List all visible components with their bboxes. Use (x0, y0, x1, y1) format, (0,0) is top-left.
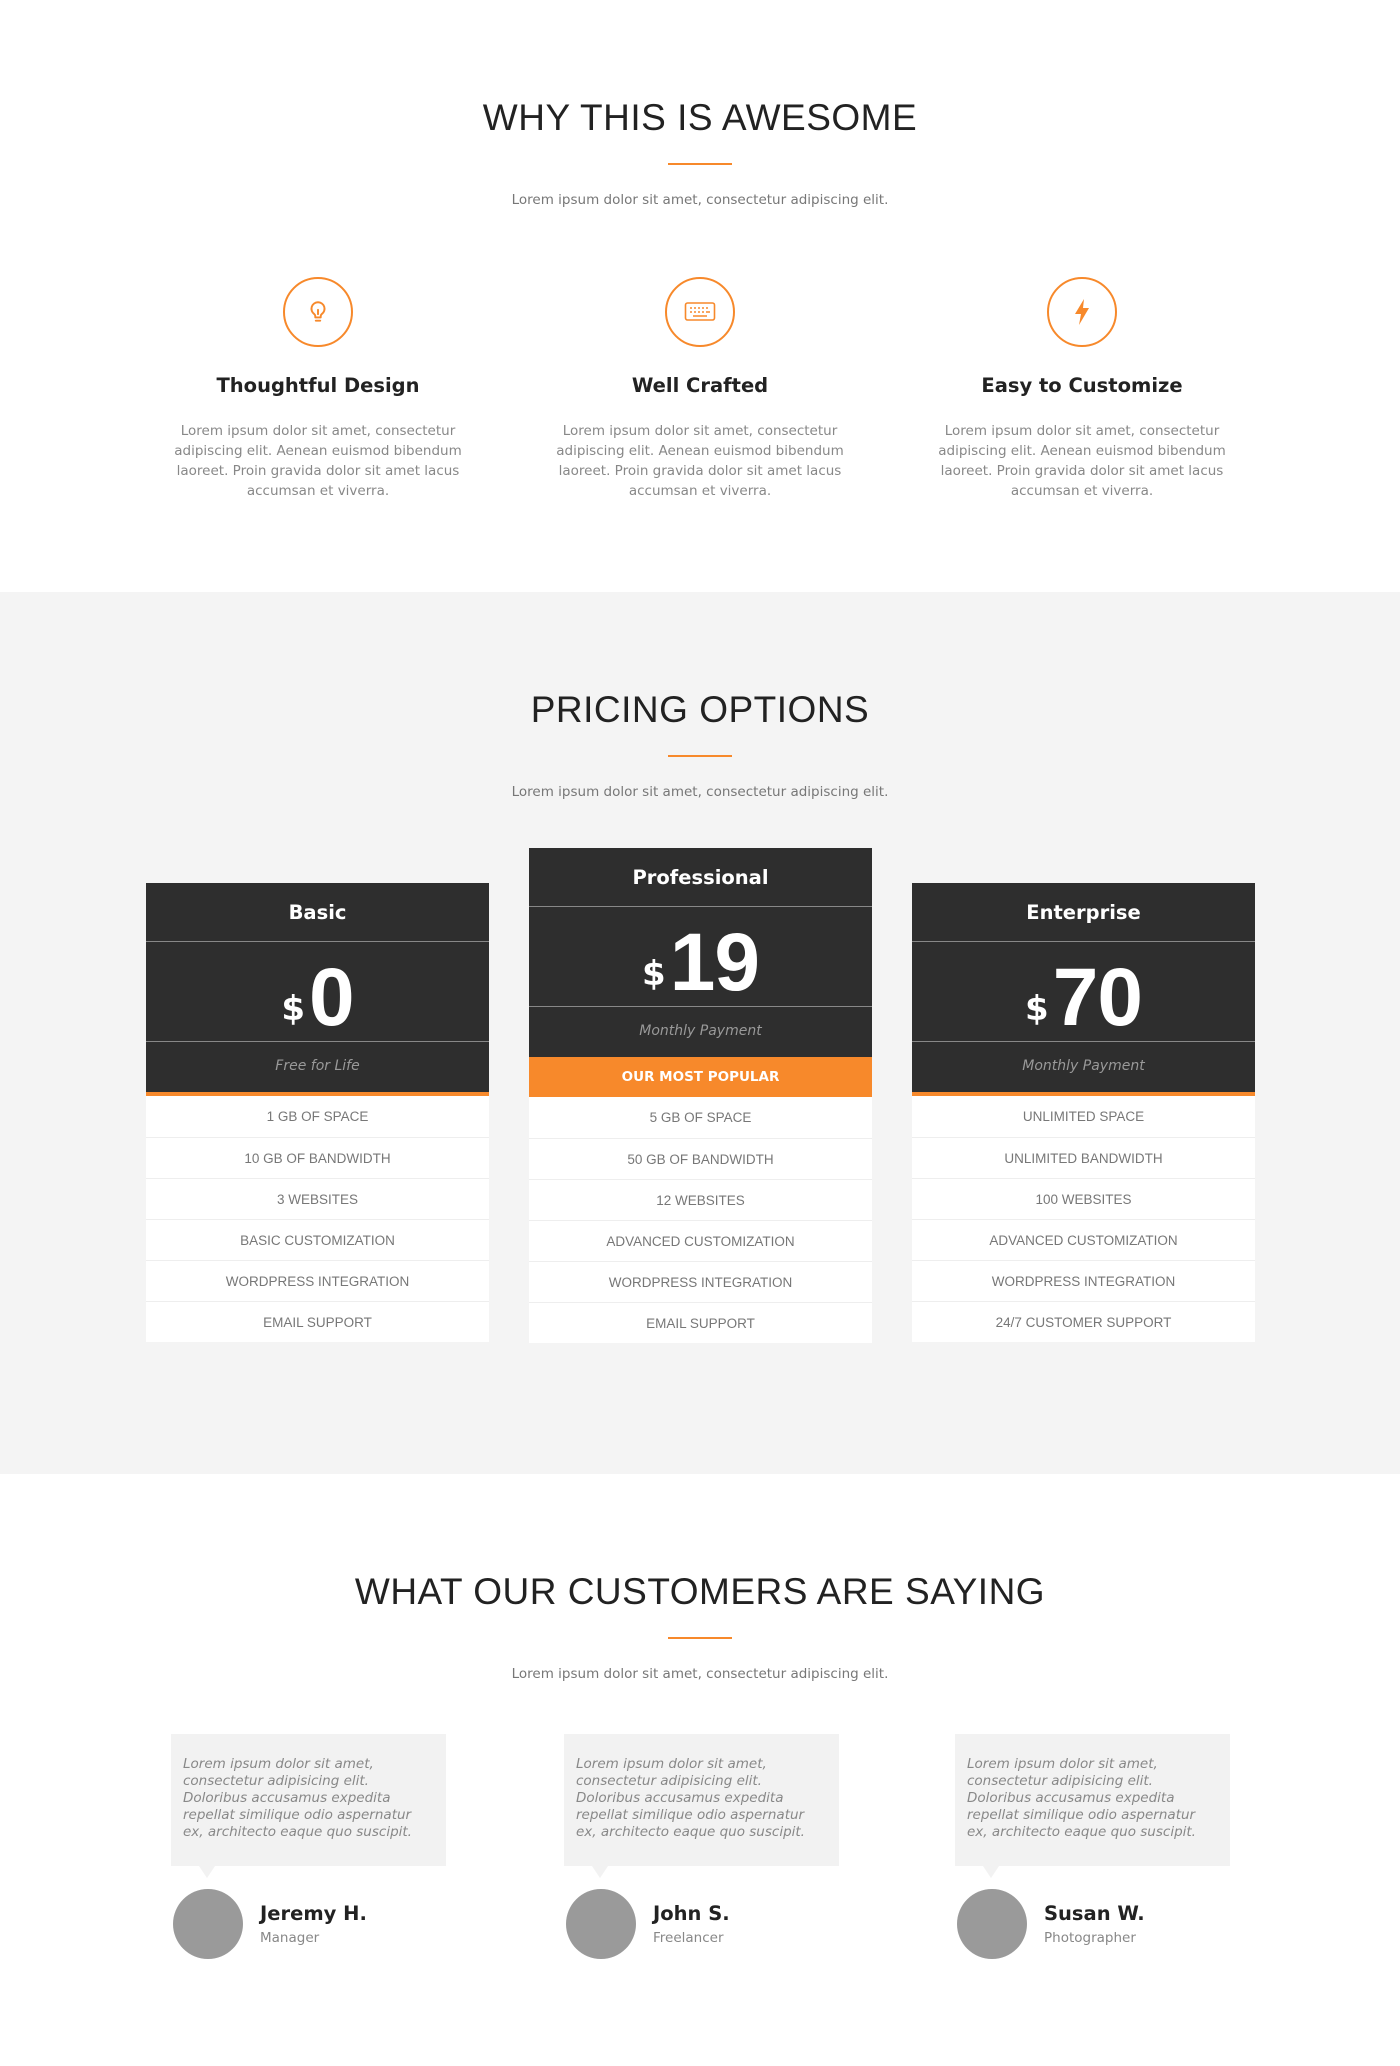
pricing-table: Basic $ 0 Free for Life 1 GB OF SPACE 10… (0, 800, 1400, 1343)
testimonials-list: Lorem ipsum dolor sit amet, consectetur … (0, 1734, 1400, 1994)
feature-title: Well Crafted (631, 374, 769, 397)
plan-header: Basic $ 0 Free for Life (146, 883, 489, 1092)
testimonial-author: John S. Freelancer (566, 1889, 839, 1959)
testimonial-card: Lorem ipsum dolor sit amet, consectetur … (955, 1734, 1230, 1959)
author-info: Jeremy H. Manager (260, 1902, 367, 1946)
most-popular-badge: OUR MOST POPULAR (529, 1057, 872, 1097)
feature-item: Well Crafted Lorem ipsum dolor sit amet,… (509, 277, 891, 501)
plan-price: $ 0 (146, 942, 489, 1042)
plan-feature: 1 GB OF SPACE (266, 1109, 369, 1124)
plan-feature: 12 WEBSITES (529, 1179, 872, 1220)
plan-period: Monthly Payment (1022, 1058, 1145, 1074)
plan-period: Free for Life (275, 1058, 360, 1074)
quote-bubble: Lorem ipsum dolor sit amet, consectetur … (955, 1734, 1230, 1878)
testimonial-author: Jeremy H. Manager (173, 1889, 446, 1959)
price-amount: 70 (1052, 952, 1143, 1043)
plan-card-basic: Basic $ 0 Free for Life 1 GB OF SPACE 10… (146, 883, 489, 1342)
lightning-icon (1047, 277, 1117, 347)
author-name: Jeremy H. (260, 1902, 367, 1925)
plan-feature: 10 GB OF BANDWIDTH (146, 1137, 489, 1178)
feature-text: Lorem ipsum dolor sit amet, consectetur … (938, 423, 1226, 499)
avatar (566, 1889, 636, 1959)
currency-symbol: $ (642, 954, 666, 994)
plan-feature: WORDPRESS INTEGRATION (529, 1261, 872, 1302)
plan-feature: ADVANCED CUSTOMIZATION (912, 1219, 1255, 1260)
author-info: Susan W. Photographer (1044, 1902, 1145, 1946)
feature-text: Lorem ipsum dolor sit amet, consectetur … (174, 423, 462, 499)
plan-feature-list: 5 GB OF SPACE 50 GB OF BANDWIDTH 12 WEBS… (529, 1097, 872, 1343)
avatar (173, 1889, 243, 1959)
plan-feature: EMAIL SUPPORT (529, 1302, 872, 1343)
author-name: John S. (653, 1902, 730, 1925)
plan-header: Professional $ 19 Monthly Payment (529, 848, 872, 1057)
plan-feature-list: 1 GB OF SPACE 10 GB OF BANDWIDTH 3 WEBSI… (146, 1096, 489, 1342)
plan-feature: WORDPRESS INTEGRATION (912, 1260, 1255, 1301)
testimonials-section: WHAT OUR CUSTOMERS ARE SAYING Lorem ipsu… (0, 1474, 1400, 2066)
price-amount: 0 (309, 952, 355, 1043)
plan-card-enterprise: Enterprise $ 70 Monthly Payment UNLIMITE… (912, 883, 1255, 1342)
pricing-subtitle: Lorem ipsum dolor sit amet, consectetur … (511, 784, 889, 800)
currency-symbol: $ (1025, 989, 1049, 1029)
lightbulb-icon (283, 277, 353, 347)
keyboard-icon (665, 277, 735, 347)
plan-price: $ 19 (529, 907, 872, 1007)
author-role: Photographer (1044, 1930, 1136, 1946)
title-divider (668, 1637, 732, 1639)
testimonial-card: Lorem ipsum dolor sit amet, consectetur … (564, 1734, 839, 1959)
pricing-section: PRICING OPTIONS Lorem ipsum dolor sit am… (0, 592, 1400, 1474)
plan-feature: 50 GB OF BANDWIDTH (529, 1138, 872, 1179)
features-section: WHY THIS IS AWESOME Lorem ipsum dolor si… (0, 0, 1400, 592)
plan-feature: WORDPRESS INTEGRATION (146, 1260, 489, 1301)
plan-name: Professional (529, 848, 872, 907)
author-info: John S. Freelancer (653, 1902, 730, 1946)
quote-bubble: Lorem ipsum dolor sit amet, consectetur … (564, 1734, 839, 1878)
testimonials-title: WHAT OUR CUSTOMERS ARE SAYING (354, 1571, 1046, 1612)
plan-name: Enterprise (912, 883, 1255, 942)
feature-text: Lorem ipsum dolor sit amet, consectetur … (556, 423, 844, 499)
plan-feature: 100 WEBSITES (912, 1178, 1255, 1219)
plan-feature: EMAIL SUPPORT (146, 1301, 489, 1342)
testimonial-card: Lorem ipsum dolor sit amet, consectetur … (171, 1734, 446, 1959)
quote-bubble: Lorem ipsum dolor sit amet, consectetur … (171, 1734, 446, 1878)
features-list: Thoughtful Design Lorem ipsum dolor sit … (0, 277, 1400, 501)
plan-feature: 3 WEBSITES (146, 1178, 489, 1219)
plan-feature: BASIC CUSTOMIZATION (146, 1219, 489, 1260)
feature-title: Thoughtful Design (216, 374, 420, 397)
plan-feature: UNLIMITED SPACE (1022, 1109, 1145, 1124)
author-role: Manager (260, 1930, 320, 1946)
feature-item: Thoughtful Design Lorem ipsum dolor sit … (127, 277, 509, 501)
author-role: Freelancer (653, 1930, 724, 1946)
plan-feature-list: UNLIMITED SPACE UNLIMITED BANDWIDTH 100 … (912, 1096, 1255, 1342)
plan-header: Enterprise $ 70 Monthly Payment (912, 883, 1255, 1092)
avatar (957, 1889, 1027, 1959)
features-subtitle: Lorem ipsum dolor sit amet, consectetur … (511, 192, 889, 208)
plan-feature: ADVANCED CUSTOMIZATION (529, 1220, 872, 1261)
pricing-title: PRICING OPTIONS (530, 689, 870, 730)
plan-feature: 5 GB OF SPACE (649, 1110, 752, 1125)
currency-symbol: $ (281, 989, 306, 1029)
plan-period: Monthly Payment (639, 1023, 762, 1039)
price-amount: 19 (669, 917, 760, 1008)
testimonials-subtitle: Lorem ipsum dolor sit amet, consectetur … (511, 1666, 889, 1682)
title-divider (668, 755, 732, 757)
feature-title: Easy to Customize (981, 374, 1183, 397)
plan-name: Basic (146, 883, 489, 942)
author-name: Susan W. (1044, 1902, 1145, 1925)
plan-feature: UNLIMITED BANDWIDTH (912, 1137, 1255, 1178)
testimonial-author: Susan W. Photographer (957, 1889, 1230, 1959)
features-title: WHY THIS IS AWESOME (482, 97, 918, 138)
plan-feature: 24/7 CUSTOMER SUPPORT (912, 1301, 1255, 1342)
plan-card-professional: Professional $ 19 Monthly Payment OUR MO… (529, 848, 872, 1343)
plan-price: $ 70 (912, 942, 1255, 1042)
feature-item: Easy to Customize Lorem ipsum dolor sit … (891, 277, 1273, 501)
title-divider (668, 163, 732, 165)
